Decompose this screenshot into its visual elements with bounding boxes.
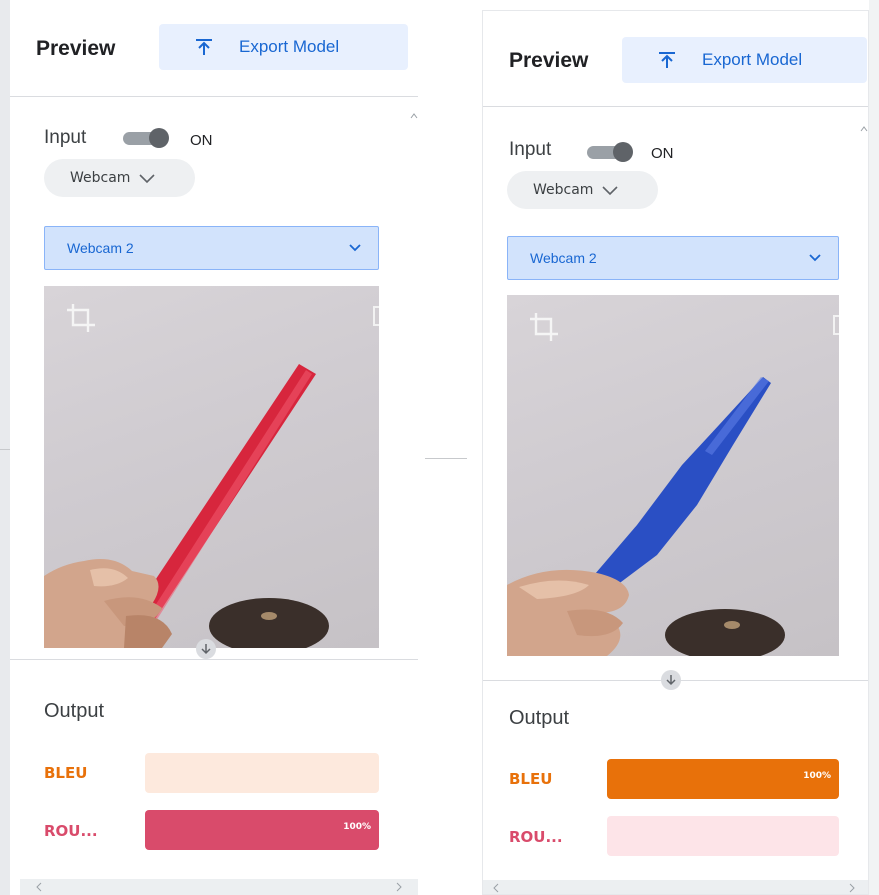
horizontal-scrollbar[interactable] (20, 879, 418, 895)
scroll-up-arrow[interactable] (859, 121, 868, 132)
upload-icon (659, 52, 675, 68)
export-model-label: Export Model (239, 37, 340, 56)
camera-select-value: Webcam 2 (530, 250, 597, 266)
right-gutter (869, 0, 879, 895)
output-label: Output (44, 700, 105, 722)
export-model-button[interactable]: Export Model (159, 24, 408, 70)
toggle-state: ON (651, 145, 674, 162)
middle-gap (418, 0, 466, 895)
middle-gap-line (425, 458, 467, 459)
preview-title: Preview (36, 37, 116, 60)
toggle-state: ON (190, 132, 213, 149)
gutter-line (0, 449, 10, 450)
webcam-feed (44, 286, 379, 648)
panel-header: Preview Export Model (10, 0, 418, 97)
panel-header: Preview Export Model (483, 11, 868, 107)
confidence-percent: 100% (343, 822, 371, 832)
scroll-right-arrow[interactable] (394, 879, 404, 895)
webcam-scene (507, 377, 785, 656)
class-label-rouge: ROU... (44, 822, 98, 840)
horizontal-scrollbar[interactable] (483, 880, 868, 895)
camera-select-value: Webcam 2 (67, 240, 134, 256)
input-toggle[interactable] (119, 128, 173, 148)
chevron-down-icon (602, 186, 619, 196)
confidence-bar-bleu: 100% (607, 759, 839, 799)
toggle-knob (613, 142, 633, 162)
input-source-dropdown[interactable]: Webcam (507, 171, 658, 209)
preview-panel-2: Preview Export Model Input ON Webcam Web… (482, 10, 869, 895)
input-label: Input (509, 139, 552, 160)
scroll-right-arrow[interactable] (847, 880, 857, 895)
toggle-knob (149, 128, 169, 148)
chevron-down-icon (139, 174, 156, 184)
confidence-bar-rouge: 100% (145, 810, 379, 850)
input-source-label: Webcam (70, 170, 131, 186)
crop-icon[interactable] (64, 301, 98, 335)
webcam-feed (507, 295, 839, 656)
export-model-label: Export Model (702, 50, 803, 69)
chevron-down-icon (809, 254, 821, 262)
export-model-button[interactable]: Export Model (622, 37, 867, 83)
input-source-dropdown[interactable]: Webcam (44, 159, 195, 197)
input-source-label: Webcam (533, 182, 594, 198)
class-label-bleu: BLEU (44, 764, 88, 782)
camera-select[interactable]: Webcam 2 (507, 236, 839, 280)
flip-icon[interactable] (833, 315, 839, 335)
crop-icon[interactable] (527, 310, 561, 344)
confidence-bar-rouge (607, 816, 839, 856)
preview-panel-1: Preview Export Model Input ON Webcam Web… (10, 0, 418, 895)
input-toggle[interactable] (583, 142, 637, 162)
scroll-left-arrow[interactable] (491, 880, 501, 895)
left-gutter (0, 0, 10, 895)
input-label: Input (44, 127, 87, 148)
webcam-scene (44, 364, 329, 648)
confidence-percent: 100% (803, 771, 831, 781)
output-divider (10, 659, 418, 660)
scroll-up-arrow[interactable] (409, 108, 418, 119)
class-label-rouge: ROU... (509, 828, 563, 846)
camera-select[interactable]: Webcam 2 (44, 226, 379, 270)
confidence-bar-bleu (145, 753, 379, 793)
upload-icon (196, 39, 212, 55)
arrow-down-icon (661, 670, 681, 690)
output-label: Output (509, 707, 570, 729)
scroll-left-arrow[interactable] (34, 879, 44, 895)
preview-title: Preview (509, 49, 589, 72)
flip-icon[interactable] (373, 306, 379, 326)
arrow-down-icon (196, 639, 216, 659)
class-label-bleu: BLEU (509, 770, 553, 788)
chevron-down-icon (349, 244, 361, 252)
